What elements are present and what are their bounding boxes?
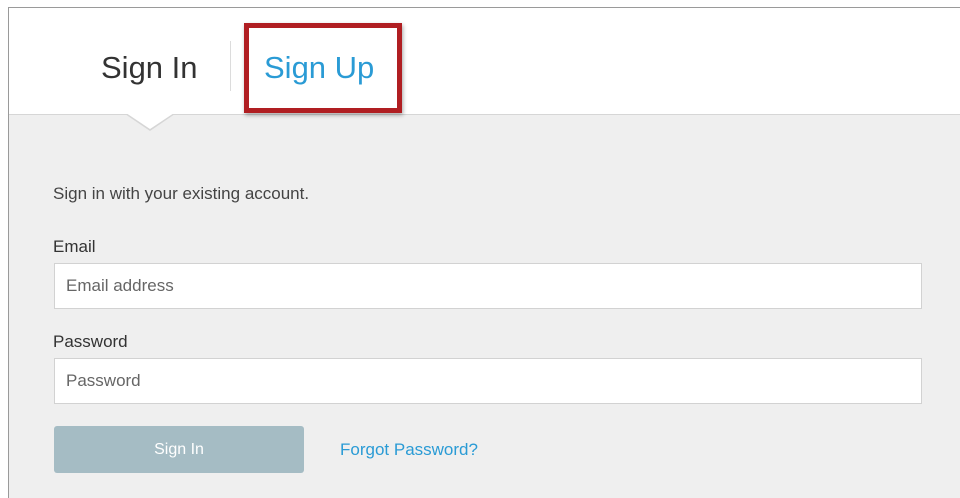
sign-in-intro-text: Sign in with your existing account.: [53, 184, 310, 203]
email-label: Email: [53, 237, 96, 256]
active-tab-pointer-fill: [126, 113, 174, 129]
forgot-password-link[interactable]: Forgot Password?: [340, 440, 478, 460]
tab-divider: [230, 41, 231, 91]
password-field[interactable]: [54, 358, 922, 404]
auth-panel: Sign In Sign Up Sign in with your existi…: [8, 7, 960, 498]
tab-sign-up[interactable]: Sign Up: [264, 51, 374, 85]
password-label: Password: [53, 332, 128, 351]
sign-in-button[interactable]: Sign In: [54, 426, 304, 473]
tab-bar: Sign In Sign Up: [9, 8, 960, 115]
email-field[interactable]: [54, 263, 922, 309]
tab-sign-in[interactable]: Sign In: [101, 51, 198, 85]
